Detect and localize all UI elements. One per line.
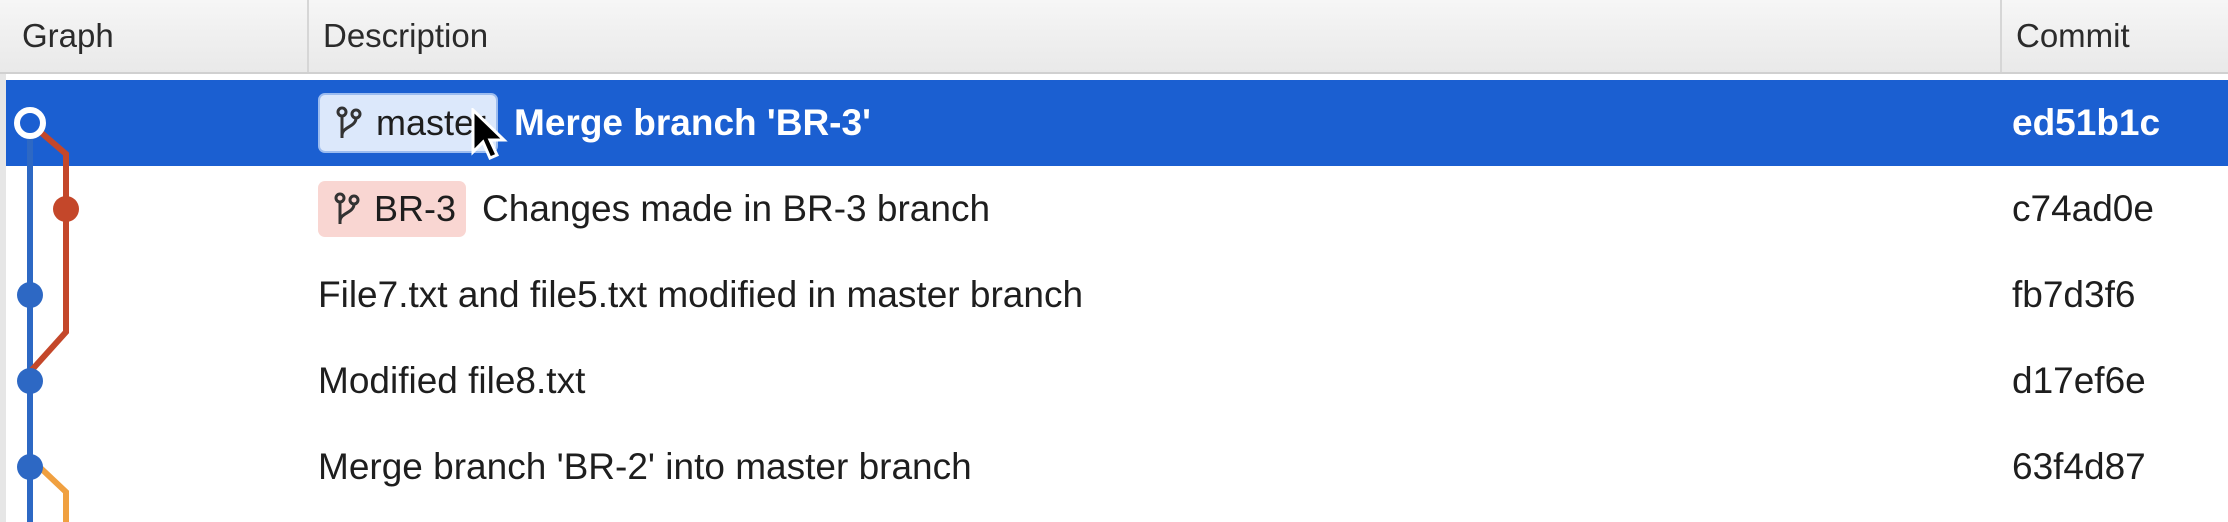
commit-node: [17, 454, 43, 480]
commit-message: Merge branch 'BR-2' into master branch: [318, 446, 972, 487]
column-header-commit-label: Commit: [2016, 17, 2130, 54]
column-header-description-label: Description: [323, 17, 489, 54]
commit-description: Merge branch 'BR-2' into master branch: [318, 424, 972, 510]
commit-row[interactable]: master Merge branch 'BR-3' ed51b1c: [0, 80, 2228, 166]
branch-icon: [336, 106, 362, 138]
commit-message: File7.txt and file5.txt modified in mast…: [318, 274, 1084, 315]
column-header-graph-label: Graph: [22, 17, 114, 54]
commit-description: master Merge branch 'BR-3': [318, 80, 871, 166]
column-header-commit[interactable]: Commit: [2000, 0, 2228, 72]
mouse-cursor-icon: [471, 108, 508, 160]
commit-message: Changes made in BR-3 branch: [482, 188, 991, 229]
br3-branch-line: [27, 120, 69, 375]
commit-hash: d17ef6e: [2012, 360, 2146, 401]
column-header-bar: Graph Description Commit: [0, 0, 2228, 74]
commit-description: BR-3 Changes made in BR-3 branch: [318, 166, 990, 252]
commit-row[interactable]: Merge branch 'BR-2' into master branch 6…: [0, 424, 2228, 510]
branch-tag-br3[interactable]: BR-3: [318, 181, 467, 237]
commit-node: [17, 368, 43, 394]
commit-hash: fb7d3f6: [2012, 274, 2136, 315]
commit-message: Modified file8.txt: [318, 360, 586, 401]
commit-row[interactable]: BR-3 Changes made in BR-3 branch c74ad0e: [0, 166, 2228, 252]
commit-hash: c74ad0e: [2012, 188, 2154, 229]
commit-node-head: [14, 107, 46, 139]
commit-hash: ed51b1c: [2012, 102, 2161, 143]
commit-node: [53, 196, 79, 222]
commit-graph: [14, 107, 79, 522]
commit-row[interactable]: Modified file8.txt d17ef6e: [0, 338, 2228, 424]
branch-tag-label: BR-3: [374, 188, 457, 229]
commit-message: Merge branch 'BR-3': [514, 102, 871, 143]
commit-row[interactable]: File7.txt and file5.txt modified in mast…: [0, 252, 2228, 338]
column-header-graph[interactable]: Graph: [0, 0, 307, 72]
commit-hash: 63f4d87: [2012, 446, 2146, 487]
commit-node: [17, 282, 43, 308]
commit-description: Modified file8.txt: [318, 338, 585, 424]
branch-icon: [334, 192, 360, 224]
commit-description: File7.txt and file5.txt modified in mast…: [318, 252, 1083, 338]
column-header-description[interactable]: Description: [307, 0, 2000, 72]
